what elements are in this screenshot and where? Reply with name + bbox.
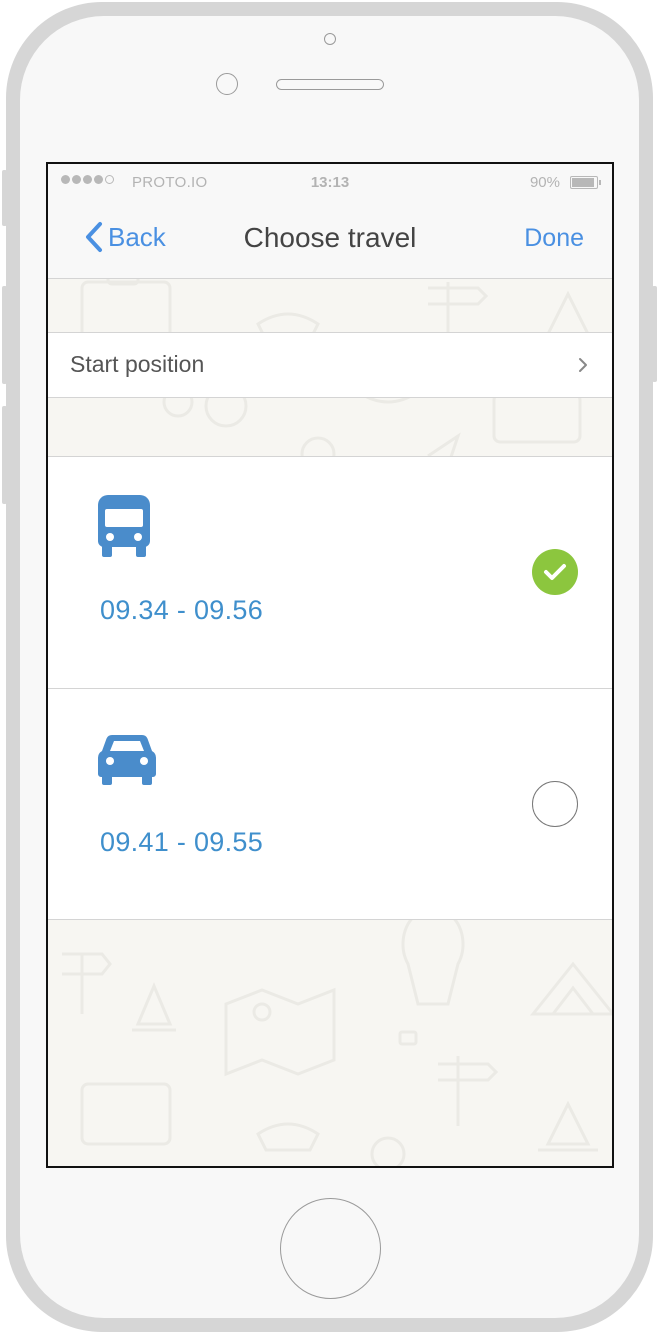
status-time: 13:13	[310, 174, 350, 191]
start-position-label: Start position	[70, 351, 205, 377]
battery-percentage: 90%	[529, 174, 560, 191]
status-bar: PROTO.IO 13:13 90%	[48, 164, 612, 204]
unselected-radio-icon[interactable]	[532, 781, 578, 827]
top-bar: PROTO.IO 13:13 90% Back Choose travel Do…	[48, 164, 612, 279]
earpiece-speaker	[276, 79, 384, 90]
travel-time-range: 09.34 - 09.56	[100, 595, 264, 625]
volume-down-button	[2, 406, 7, 504]
car-icon	[98, 735, 156, 785]
app-screen: PROTO.IO 13:13 90% Back Choose travel Do…	[46, 162, 614, 1168]
volume-up-button	[2, 286, 7, 384]
mute-switch	[2, 170, 7, 226]
travel-option-car[interactable]: 09.41 - 09.55	[48, 688, 612, 920]
travel-option-bus[interactable]: 09.34 - 09.56	[48, 456, 612, 688]
chevron-right-icon	[579, 358, 587, 372]
proximity-sensor	[216, 73, 238, 95]
battery-icon	[570, 176, 601, 189]
selected-check-icon[interactable]	[532, 549, 578, 595]
bus-icon	[98, 495, 150, 557]
travel-time-range: 09.41 - 09.55	[100, 827, 264, 857]
start-position-row[interactable]: Start position	[48, 332, 612, 398]
navigation-bar: Back Choose travel Done	[48, 204, 612, 278]
done-button[interactable]: Done	[524, 224, 584, 253]
power-button	[652, 286, 657, 382]
home-button[interactable]	[280, 1198, 381, 1299]
front-camera	[324, 33, 336, 45]
